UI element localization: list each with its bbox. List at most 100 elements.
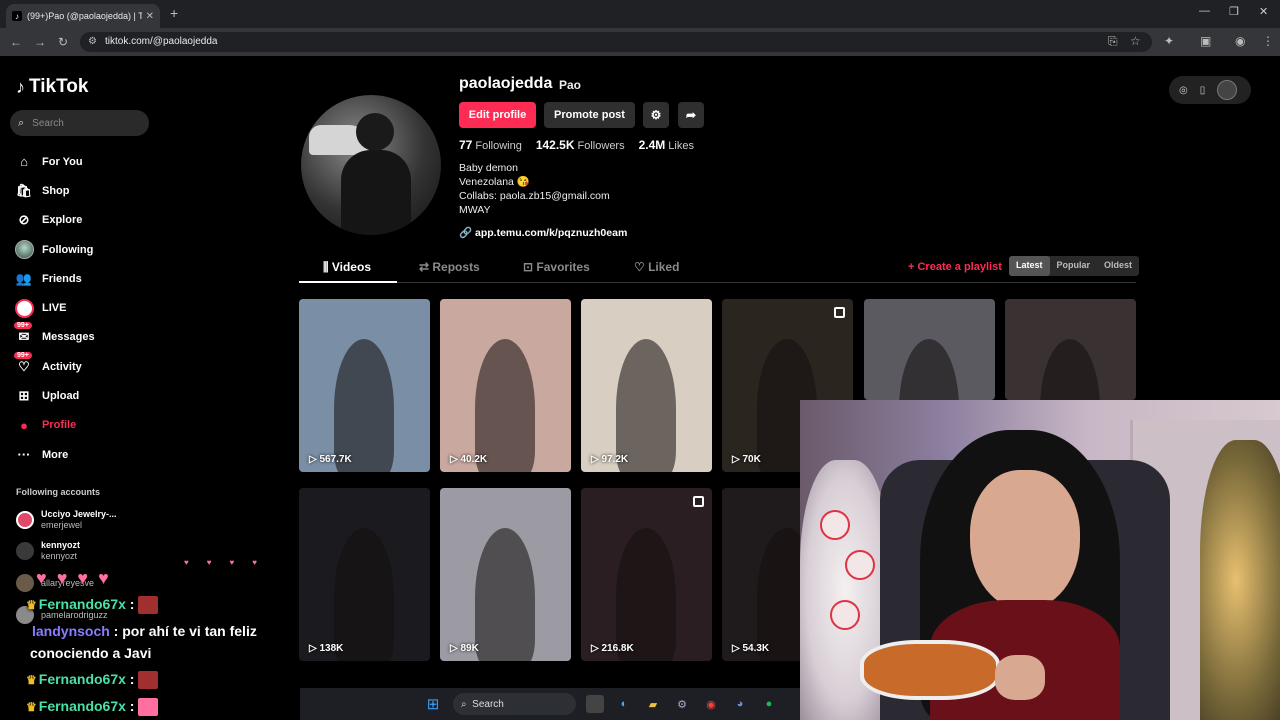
followers-stat[interactable]: 142.5K Followers bbox=[536, 138, 625, 152]
avatar-icon bbox=[14, 240, 34, 260]
sidebar-item-following[interactable]: Following bbox=[14, 235, 164, 264]
sidebar-item-more[interactable]: ··· More bbox=[14, 440, 164, 469]
new-tab-icon[interactable]: + bbox=[170, 5, 178, 21]
following-stat[interactable]: 77 Following bbox=[459, 138, 522, 152]
video-thumbnail[interactable]: ▷ 567.7K bbox=[299, 299, 430, 472]
sidebar-item-upload[interactable]: ⊞ Upload bbox=[14, 381, 164, 410]
create-playlist-button[interactable]: + Create a playlist bbox=[908, 261, 1002, 273]
following-account[interactable]: Ucciyo Jewelry-... emerjewel bbox=[16, 508, 117, 531]
task-view-icon[interactable] bbox=[586, 695, 604, 713]
spotify-icon[interactable]: ● bbox=[760, 695, 778, 713]
maximize-icon[interactable]: ❐ bbox=[1229, 5, 1239, 18]
address-bar: ← → ↻ ⚙ tiktok.com/@paolaojedda ⎘ ☆ ✦ ▣ … bbox=[0, 28, 1280, 56]
avatar bbox=[16, 574, 34, 592]
back-icon[interactable]: ← bbox=[10, 35, 22, 49]
thumbnail-figure bbox=[899, 339, 959, 400]
video-thumbnail[interactable]: ▷ 138K bbox=[299, 488, 430, 661]
likes-stat: 2.4M Likes bbox=[639, 138, 694, 152]
sidebar-nav: ⌂ For You 🛍 Shop ⊘ Explore Following 👥 F… bbox=[14, 147, 164, 469]
file-explorer-icon[interactable]: ▰ bbox=[644, 695, 662, 713]
forward-icon[interactable]: → bbox=[34, 35, 46, 49]
settings-gear-icon[interactable]: ⚙ bbox=[643, 102, 669, 128]
avatar[interactable] bbox=[1217, 80, 1238, 100]
share-icon[interactable]: ➦ bbox=[678, 102, 704, 128]
tab-reposts[interactable]: ⇄ Reposts bbox=[419, 260, 480, 274]
video-thumbnail[interactable]: ▷ 97.2K bbox=[581, 299, 712, 472]
sidebar-item-friends[interactable]: 👥 Friends bbox=[14, 264, 164, 293]
sort-popular[interactable]: Popular bbox=[1050, 256, 1098, 276]
edge-icon[interactable]: ◐ bbox=[615, 695, 633, 713]
menu-dots-icon[interactable]: ⋮ bbox=[1262, 34, 1274, 48]
sidebar-item-label: Explore bbox=[42, 214, 83, 227]
sidebar-item-for-you[interactable]: ⌂ For You bbox=[14, 147, 164, 176]
sort-oldest[interactable]: Oldest bbox=[1097, 256, 1139, 276]
promote-post-button[interactable]: Promote post bbox=[544, 102, 635, 128]
sort-toggle: Latest Popular Oldest bbox=[1009, 256, 1140, 276]
profile-avatar[interactable] bbox=[301, 95, 441, 235]
tab-favorites[interactable]: ⊡ Favorites bbox=[523, 260, 590, 274]
install-icon[interactable]: ⎘ bbox=[1108, 34, 1118, 49]
video-thumbnail[interactable]: ▷ 40.2K bbox=[440, 299, 571, 472]
site-settings-icon[interactable]: ⚙ bbox=[88, 36, 97, 47]
chat-username: Fernando67x bbox=[38, 671, 126, 687]
edit-profile-button[interactable]: Edit profile bbox=[459, 102, 536, 128]
device-icon[interactable]: ▯ bbox=[1200, 85, 1206, 96]
sidebar-item-live[interactable]: LIVE bbox=[14, 293, 164, 322]
taskbar-search-input[interactable]: ⌕ Search bbox=[453, 693, 576, 715]
avatar bbox=[16, 510, 34, 529]
url-field[interactable]: ⚙ tiktok.com/@paolaojedda bbox=[80, 32, 1152, 52]
bookmark-star-icon[interactable]: ☆ bbox=[1130, 34, 1141, 48]
profile-bio: Baby demon Venezolana 😘 Collabs: paola.z… bbox=[459, 161, 610, 217]
tiktok-logo[interactable]: ♪ TikTok bbox=[16, 76, 88, 98]
tab-label: Videos bbox=[331, 260, 371, 274]
profile-icon[interactable]: ◉ bbox=[1235, 34, 1245, 48]
profile-link[interactable]: 🔗 app.temu.com/k/pqznuzh0eam bbox=[459, 226, 627, 239]
search-icon: ⌕ bbox=[461, 698, 473, 710]
tiktok-favicon-icon: ♪ bbox=[12, 11, 22, 21]
browser-tab[interactable]: ♪ (99+)Pao (@paolaojedda) | TikT ✕ bbox=[6, 4, 160, 28]
friends-icon: 👥 bbox=[15, 270, 33, 286]
sidebar-item-label: Following bbox=[42, 243, 94, 256]
thumbnail-figure bbox=[616, 528, 676, 661]
sidebar-item-label: More bbox=[42, 448, 69, 461]
chrome-icon[interactable]: ◉ bbox=[702, 695, 720, 713]
sidebar-item-activity[interactable]: ♡ 99+ Activity bbox=[14, 351, 164, 381]
tab-liked[interactable]: ♡ Liked bbox=[634, 260, 679, 274]
sidebar-item-label: LIVE bbox=[42, 302, 67, 315]
webcam-overlay bbox=[800, 400, 1280, 720]
live-icon bbox=[14, 298, 34, 318]
sidepanel-icon[interactable]: ▣ bbox=[1200, 34, 1211, 48]
thumbnail-figure bbox=[616, 339, 676, 472]
sidebar-item-shop[interactable]: 🛍 Shop bbox=[14, 176, 164, 205]
steam-icon[interactable]: ⚙ bbox=[673, 695, 691, 713]
search-input[interactable]: ⌕ Search bbox=[10, 110, 149, 136]
following-account[interactable]: kennyozt kennyozt bbox=[16, 539, 80, 562]
emote-icon bbox=[138, 671, 159, 690]
extensions-icon[interactable]: ✦ bbox=[1164, 34, 1174, 48]
thumbnail-figure bbox=[1040, 339, 1100, 400]
minimize-icon[interactable]: — bbox=[1199, 5, 1210, 17]
bookmark-icon: ⊡ bbox=[523, 260, 537, 274]
sidebar-item-label: Friends bbox=[42, 272, 82, 285]
sidebar-item-profile[interactable]: ● Profile bbox=[14, 411, 164, 440]
reload-icon[interactable]: ↻ bbox=[58, 35, 68, 49]
sidebar-item-messages[interactable]: ✉ 99+ Messages bbox=[14, 322, 164, 352]
sort-latest[interactable]: Latest bbox=[1009, 256, 1050, 276]
close-tab-icon[interactable]: ✕ bbox=[146, 11, 154, 22]
discord-icon[interactable]: ◕ bbox=[731, 695, 749, 713]
video-thumbnail[interactable] bbox=[864, 299, 995, 400]
coins-icon[interactable]: ◎ bbox=[1179, 85, 1188, 96]
browser-tab-bar: ♪ (99+)Pao (@paolaojedda) | TikT ✕ + — ❐… bbox=[0, 0, 1280, 28]
sidebar-item-explore[interactable]: ⊘ Explore bbox=[14, 206, 164, 235]
thumbnail-figure bbox=[475, 339, 535, 472]
chat-separator: : bbox=[125, 698, 135, 714]
video-thumbnail[interactable]: ▷ 216.8K bbox=[581, 488, 712, 661]
create-playlist-label: Create a playlist bbox=[917, 261, 1002, 273]
windows-start-icon[interactable]: ⊞ bbox=[424, 695, 442, 713]
compass-icon: ⊘ bbox=[18, 212, 30, 228]
search-icon: ⌕ bbox=[18, 116, 25, 129]
tab-videos[interactable]: ⫼ Videos bbox=[323, 260, 371, 275]
video-thumbnail[interactable] bbox=[1005, 299, 1136, 400]
window-close-icon[interactable]: ✕ bbox=[1259, 5, 1268, 18]
video-thumbnail[interactable]: ▷ 89K bbox=[440, 488, 571, 661]
